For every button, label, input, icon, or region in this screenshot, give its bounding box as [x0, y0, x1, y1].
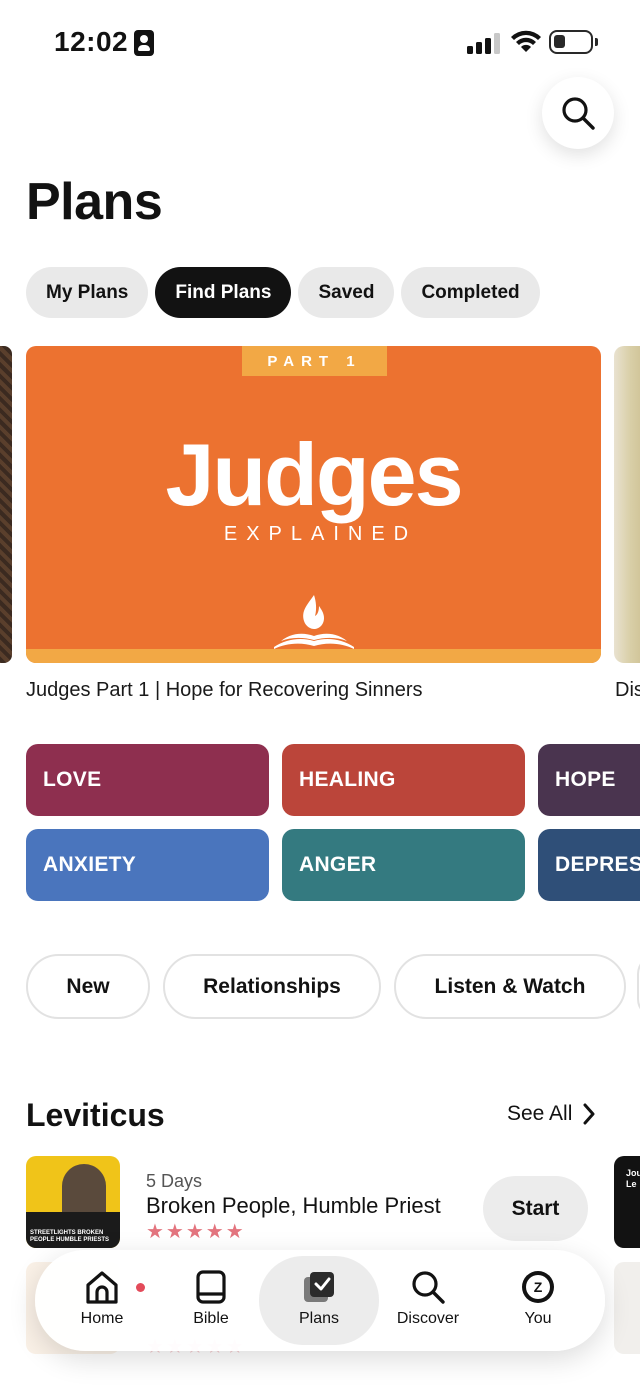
category-anxiety[interactable]: ANXIETY [26, 829, 269, 901]
nav-bible[interactable]: Bible [156, 1256, 266, 1345]
battery-icon [549, 30, 598, 54]
category-love[interactable]: LOVE [26, 744, 269, 816]
nav-you[interactable]: Z You [483, 1256, 593, 1345]
search-icon [562, 97, 595, 130]
chevron-right-icon [583, 1103, 595, 1125]
featured-plan-banner[interactable]: PART 1 Judges EXPLAINED [26, 346, 601, 663]
cellular-signal-icon [467, 32, 501, 54]
plan-thumbnail[interactable]: STREETLIGHTS BROKEN PEOPLE HUMBLE PRIEST… [26, 1156, 120, 1248]
filter-relationships[interactable]: Relationships [163, 954, 381, 1019]
start-plan-button[interactable]: Start [483, 1176, 588, 1241]
nav-discover-label: Discover [396, 1310, 460, 1327]
nav-bible-label: Bible [193, 1310, 229, 1327]
status-time: 12:02 [54, 26, 129, 57]
featured-plan-caption[interactable]: Judges Part 1 | Hope for Recovering Sinn… [26, 679, 423, 702]
nav-home[interactable]: Home [47, 1256, 157, 1345]
category-anger[interactable]: ANGER [282, 829, 525, 901]
banner-bottom-band [26, 649, 601, 663]
plan-duration: 5 Days [146, 1171, 203, 1191]
next-plan-thumbnail[interactable]: Jou Le [614, 1156, 640, 1248]
nav-plans[interactable]: Plans [259, 1256, 379, 1345]
banner-part-tag: PART 1 [242, 346, 387, 376]
banner-title: Judges [165, 425, 463, 524]
category-hope[interactable]: HOPE [538, 744, 640, 816]
wifi-icon [511, 30, 541, 52]
bottom-tab-bar: Home Bible Plans Discover Z You [35, 1250, 605, 1351]
carousel-previous-card[interactable] [0, 346, 12, 663]
plan-title[interactable]: Broken People, Humble Priest [146, 1193, 441, 1219]
page-title: Plans [26, 173, 163, 231]
plans-tabs: My Plans Find Plans Saved Completed [26, 267, 540, 318]
tab-my-plans[interactable]: My Plans [26, 267, 149, 318]
flame-book-logo-icon [274, 595, 354, 649]
notification-dot [136, 1283, 145, 1292]
category-depression[interactable]: DEPRESSION [538, 829, 640, 901]
tab-saved[interactable]: Saved [298, 267, 395, 318]
banner-subtitle: EXPLAINED [223, 523, 418, 545]
avatar-letter: Z [534, 1279, 543, 1295]
tab-find-plans[interactable]: Find Plans [155, 267, 292, 318]
plans-icon [304, 1272, 334, 1302]
tab-completed[interactable]: Completed [401, 267, 540, 318]
contact-card-icon [134, 30, 154, 56]
nav-you-label: You [524, 1310, 552, 1327]
section-title: Leviticus [26, 1097, 165, 1133]
see-all-link[interactable]: See All [507, 1102, 596, 1126]
bible-icon [196, 1270, 226, 1304]
plan-rating-stars: ★★★★★ [146, 1221, 246, 1243]
see-all-label: See All [507, 1102, 573, 1125]
home-icon [86, 1271, 118, 1304]
nav-discover[interactable]: Discover [373, 1256, 483, 1345]
thumbnail-text: STREETLIGHTS BROKEN PEOPLE HUMBLE PRIEST… [30, 1230, 110, 1243]
search-button[interactable] [542, 77, 614, 149]
filter-listen-watch[interactable]: Listen & Watch [394, 954, 626, 1019]
nav-plans-label: Plans [298, 1310, 340, 1327]
next-plan-caption[interactable]: Dis [615, 679, 640, 702]
next-row-side-thumbnail [614, 1262, 640, 1354]
discover-icon [412, 1271, 445, 1304]
category-healing[interactable]: HEALING [282, 744, 525, 816]
nav-home-label: Home [80, 1310, 124, 1327]
status-bar: 12:02 [0, 0, 640, 80]
profile-avatar-icon: Z [522, 1271, 554, 1303]
filter-new[interactable]: New [26, 954, 150, 1019]
carousel-next-card[interactable] [614, 346, 640, 663]
